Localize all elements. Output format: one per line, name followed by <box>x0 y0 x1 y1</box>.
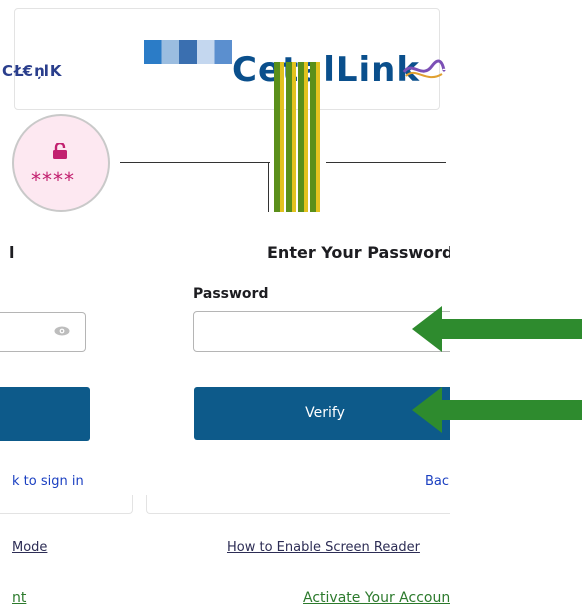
eye-icon[interactable] <box>54 326 70 336</box>
logo-graphic <box>144 40 232 64</box>
left-panel-label: l <box>9 243 15 262</box>
back-link[interactable]: Bac <box>425 474 449 489</box>
color-stripes <box>274 62 320 212</box>
decorative-squiggle <box>402 59 446 79</box>
left-submit-button[interactable] <box>0 387 90 441</box>
lock-icon <box>53 143 67 159</box>
left-card-edge <box>0 495 133 514</box>
arrow-left-icon <box>412 387 582 433</box>
main-card-edge <box>146 495 451 514</box>
divider-line <box>120 162 270 163</box>
garbled-text: C Ł€ ņl K <box>2 62 62 80</box>
password-label: Password <box>193 286 269 302</box>
left-password-field[interactable] <box>0 312 86 352</box>
lock-avatar <box>12 114 110 212</box>
account-link[interactable]: nt <box>12 590 26 606</box>
back-to-sign-in-link[interactable]: k to sign in <box>12 474 84 489</box>
screen-reader-link[interactable]: How to Enable Screen Reader <box>227 540 420 555</box>
activate-account-link[interactable]: Activate Your Account <box>303 590 456 606</box>
divider-line <box>326 162 446 163</box>
page-title: Enter Your Password <box>267 243 454 262</box>
arrow-left-icon <box>412 306 582 352</box>
mode-link[interactable]: Mode <box>12 540 47 555</box>
masked-password: **** <box>31 168 75 192</box>
